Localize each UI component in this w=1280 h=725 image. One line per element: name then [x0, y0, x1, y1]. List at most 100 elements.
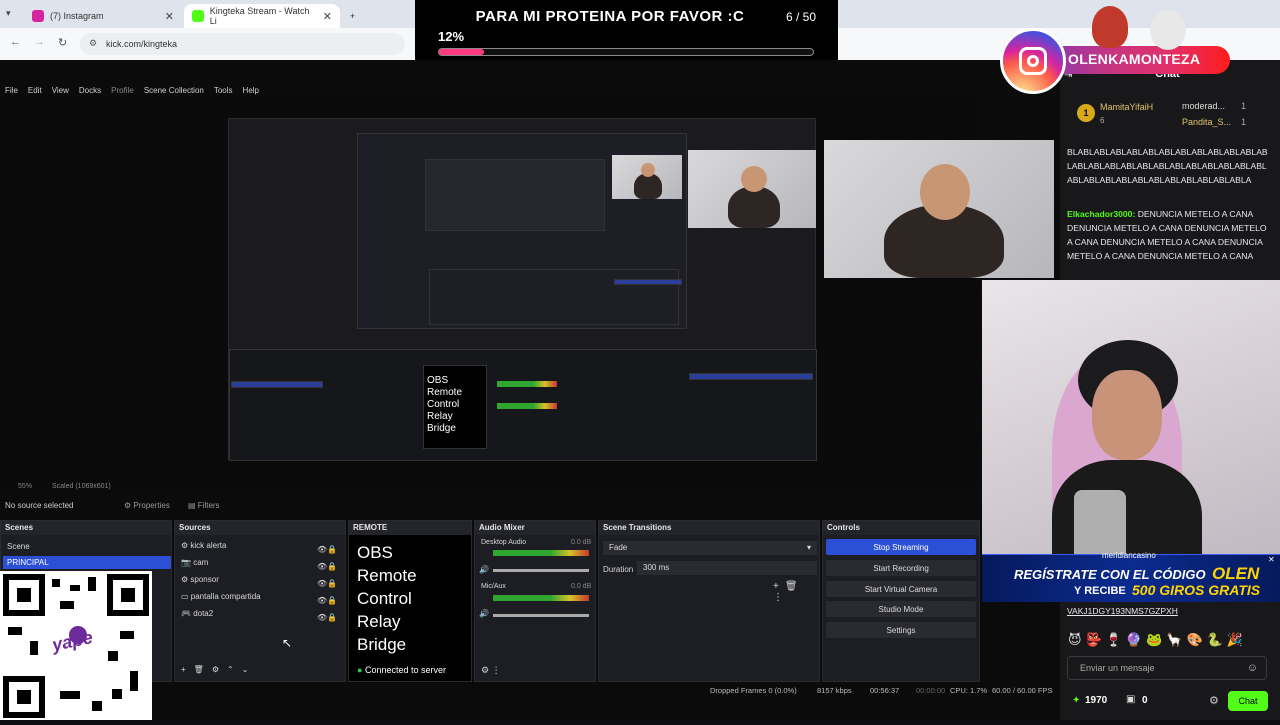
sources-dock: Sources ⚙ kick alerta 📷 cam ⚙ sponsor ▭ …: [174, 520, 346, 682]
properties-label: Properties: [133, 501, 170, 510]
kick-icon: [192, 10, 204, 22]
nested-docks: [429, 269, 679, 325]
url-text: kick.com/kingteka: [106, 39, 178, 49]
bitrate: 8157 kbps: [817, 686, 852, 695]
remote-line: Control: [357, 589, 412, 608]
fps: 60.00 / 60.00 FPS: [992, 686, 1053, 695]
start-recording-button[interactable]: Start Recording: [826, 560, 976, 576]
nested-stop-streaming: [689, 373, 813, 380]
scaled-label: Scaled (1069x601): [52, 483, 111, 490]
goal-progress-track: [438, 48, 814, 56]
tab-label: (7) Instagram: [50, 11, 104, 21]
speaker-icon[interactable]: 🔊: [479, 609, 489, 618]
back-icon[interactable]: ←: [10, 36, 21, 48]
tab-kick[interactable]: Kingteka Stream - Watch Li ✕: [184, 4, 340, 28]
close-icon[interactable]: ✕: [323, 10, 332, 23]
source-item[interactable]: 🎮 dota2: [181, 609, 213, 618]
source-label: kick alerta: [190, 541, 227, 550]
scenes-title: Scenes: [1, 521, 171, 535]
menu-file[interactable]: File: [5, 86, 18, 95]
stop-streaming-button[interactable]: Stop Streaming: [826, 539, 976, 555]
remote-line: OBS: [357, 543, 393, 562]
sources-title: Sources: [175, 521, 345, 535]
leader-name[interactable]: MamitaYifaiH: [1100, 102, 1153, 112]
start-virtual-camera-button[interactable]: Start Virtual Camera: [826, 581, 976, 597]
emote-row[interactable]: 😈👺🍷🔮🐸🦙🎨🐍🎉: [1068, 632, 1247, 648]
gear-icon[interactable]: ⚙: [1209, 694, 1219, 707]
send-chat-button[interactable]: Chat: [1228, 691, 1268, 711]
menu-help[interactable]: Help: [243, 86, 259, 95]
scene-item[interactable]: PRINCIPAL: [7, 558, 49, 567]
remote-line: Relay: [357, 612, 401, 631]
mic-volume-slider[interactable]: [493, 614, 589, 617]
goal-count: 6 / 50: [786, 10, 817, 24]
scene-item[interactable]: Scene: [7, 542, 30, 551]
speaker-icon[interactable]: 🔊: [479, 565, 489, 574]
mic-meter: [493, 595, 589, 601]
casino-sponsor-banner[interactable]: meridiancasino REGÍSTRATE CON EL CÓDIGO …: [982, 551, 1280, 602]
menu-tools[interactable]: Tools: [214, 86, 233, 95]
leader-count: 6: [1100, 116, 1105, 125]
casino-line1: REGÍSTRATE CON EL CÓDIGO: [1014, 567, 1206, 582]
mixer-settings-icon[interactable]: ⚙ ⋮: [481, 665, 501, 676]
close-icon[interactable]: ✕: [165, 10, 174, 23]
settings-button[interactable]: Settings: [826, 622, 976, 638]
source-item[interactable]: ⚙ sponsor: [181, 575, 219, 584]
studio-mode-button[interactable]: Studio Mode: [826, 601, 976, 617]
obs-menubar: File Edit View Docks Profile Scene Colle…: [0, 83, 1060, 97]
chat-message: BLABLABLABLABLABLABLABLABLABLABLABLABLAB…: [1067, 145, 1272, 187]
rec-timer: 00:00:00: [916, 686, 946, 695]
check-icon: ●: [357, 665, 363, 675]
source-item[interactable]: ▭ pantalla compartida: [181, 592, 261, 601]
nested-scene-selected: [231, 381, 323, 388]
face: [1092, 370, 1162, 460]
site-info-icon[interactable]: ⚙: [89, 38, 97, 49]
leader-name[interactable]: Pandita_S...: [1182, 117, 1231, 127]
source-item[interactable]: 📷 cam: [181, 558, 208, 567]
url-field[interactable]: ⚙ kick.com/kingteka: [80, 33, 405, 55]
visibility-icons[interactable]: 👁🔒 👁🔒 👁🔒 👁🔒 👁🔒: [317, 541, 337, 626]
remote-status: ● Connected to server: [357, 665, 446, 675]
instagram-handle: OLENKAMONTEZA: [1068, 51, 1201, 67]
gift-icon[interactable]: ▣: [1126, 694, 1135, 705]
close-icon[interactable]: ✕: [1268, 555, 1275, 564]
transition-select[interactable]: Fade ▾: [603, 541, 817, 555]
audio-mixer-dock: Audio Mixer Desktop Audio 0.0 dB 🔊 Mic/A…: [474, 520, 596, 682]
mic-label: Mic/Aux: [481, 583, 506, 590]
nested-remote-text: OBS Remote Control Relay Bridge: [427, 375, 463, 434]
menu-edit[interactable]: Edit: [28, 86, 42, 95]
menu-profile[interactable]: Profile: [111, 86, 134, 95]
menu-docks[interactable]: Docks: [79, 86, 101, 95]
controls-title: Controls: [823, 521, 979, 535]
emoji-icon[interactable]: ☺: [1247, 662, 1258, 674]
source-label: pantalla compartida: [190, 592, 261, 601]
mouse-cursor-icon: ↖: [282, 636, 293, 650]
leader-count: 1: [1241, 101, 1247, 111]
nested-stop-button: [614, 279, 682, 285]
audio-mixer-title: Audio Mixer: [475, 521, 595, 535]
menu-view[interactable]: View: [52, 86, 69, 95]
properties-button[interactable]: ⚙ Properties: [124, 501, 170, 510]
tab-search-icon[interactable]: ▾: [6, 8, 11, 19]
sources-toolbar[interactable]: +🗑⚙⌃⌄: [181, 665, 256, 674]
source-item[interactable]: ⚙ kick alerta: [181, 541, 226, 550]
remote-status-text: Connected to server: [364, 665, 446, 675]
chat-input[interactable]: Enviar un mensaje ☺: [1067, 656, 1267, 680]
desktop-audio-db: 0.0 dB: [571, 539, 592, 546]
leader-name[interactable]: moderad...: [1182, 101, 1225, 111]
transition-value: Fade: [609, 543, 628, 552]
no-source-label: No source selected: [5, 501, 74, 510]
forward-icon[interactable]: →: [34, 36, 45, 48]
sponsor-code[interactable]: VAKJ1DGY193NMS7GZPXH: [1067, 606, 1178, 616]
reload-icon[interactable]: ↻: [58, 36, 67, 49]
chat-username[interactable]: Elkachador3000:: [1067, 209, 1135, 219]
menu-scene-collection[interactable]: Scene Collection: [144, 86, 204, 95]
transition-toolbar[interactable]: +🗑⋮: [773, 581, 819, 603]
duration-field[interactable]: 300 ms: [637, 561, 817, 575]
filters-button[interactable]: ▤ Filters: [188, 501, 220, 510]
new-tab-button[interactable]: +: [342, 4, 362, 28]
casino-code: OLEN: [1212, 564, 1260, 583]
desktop-volume-slider[interactable]: [493, 569, 589, 572]
tab-instagram[interactable]: (7) Instagram ✕: [24, 4, 182, 28]
poodle-sticker: [1150, 10, 1186, 50]
